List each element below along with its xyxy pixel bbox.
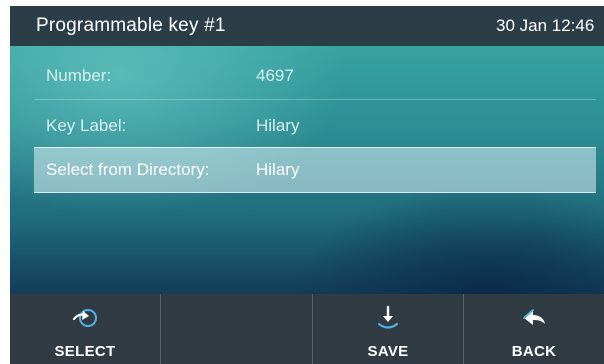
select-softkey[interactable]: SELECT [10, 294, 160, 364]
back-softkey[interactable]: BACK [464, 294, 604, 364]
settings-panel: Number: 4697 Key Label: Hilary Select fr… [10, 46, 604, 294]
softkey-bar: SELECT SAVE BACK [10, 294, 604, 364]
field-label: Key Label: [46, 116, 127, 135]
save-softkey[interactable]: SAVE [313, 294, 463, 364]
softkey-label: SAVE [367, 343, 409, 360]
field-row-key-label[interactable]: Key Label: Hilary [34, 104, 596, 148]
field-value: 4697 [256, 66, 294, 85]
back-arrow-icon [523, 309, 545, 325]
field-label: Number: [46, 66, 112, 85]
select-arrow-icon [72, 309, 97, 327]
title-bar: Programmable key #1 30 Jan 12:46 [10, 6, 604, 46]
empty-softkey[interactable] [161, 294, 311, 364]
page-title: Programmable key #1 [36, 15, 226, 36]
softkey-label: BACK [511, 343, 557, 360]
save-down-arrow-icon [377, 305, 399, 329]
field-row-select-from-directory[interactable]: Select from Directory: Hilary [34, 147, 596, 193]
date-time: 30 Jan 12:46 [496, 16, 595, 35]
field-row-number[interactable]: Number: 4697 [34, 54, 596, 98]
row-divider [34, 99, 596, 100]
field-value: Hilary [256, 116, 300, 135]
field-value: Hilary [256, 160, 300, 179]
phone-screen: Programmable key #1 30 Jan 12:46 Number:… [10, 6, 604, 364]
softkey-label: SELECT [54, 343, 116, 360]
field-label: Select from Directory: [46, 160, 210, 179]
